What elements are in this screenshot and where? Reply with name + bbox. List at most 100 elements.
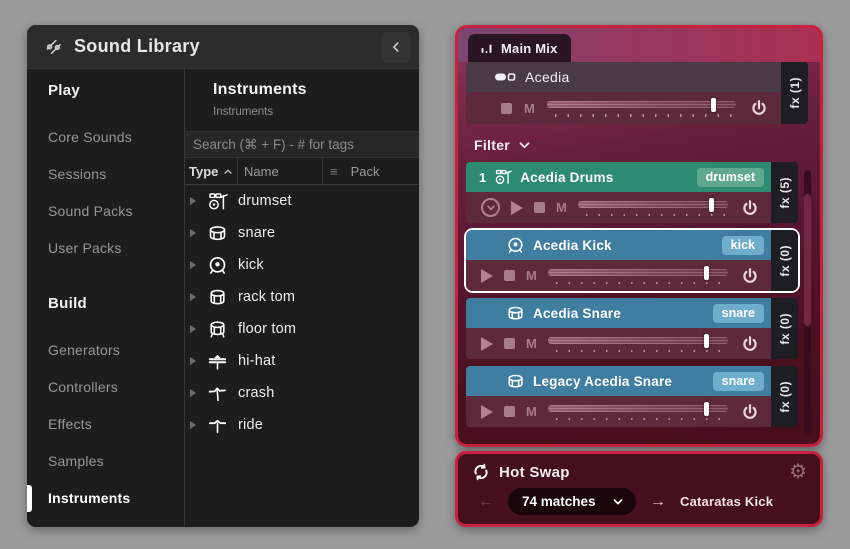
volume-slider[interactable] <box>547 265 730 286</box>
volume-slider[interactable] <box>547 401 730 422</box>
scrollbar-thumb[interactable] <box>804 194 811 326</box>
matches-dropdown[interactable]: 74 matches <box>508 488 636 515</box>
tab-main-mix[interactable]: Main Mix <box>468 34 571 62</box>
track-list: 1 Acedia Drums drumset M fx (5) Acedia K… <box>466 162 798 427</box>
volume-slider[interactable] <box>547 333 730 354</box>
slider-handle[interactable] <box>704 401 710 416</box>
disclosure-triangle-icon[interactable] <box>190 293 196 301</box>
fx-tab[interactable]: fx (5) <box>771 162 798 223</box>
search-input[interactable] <box>185 131 419 158</box>
track-acedia-snare[interactable]: Acedia Snare snare M fx (0) <box>466 298 798 359</box>
table-row-drumset[interactable]: drumset <box>185 185 419 217</box>
sidebar-item-samples[interactable]: Samples <box>27 443 184 480</box>
row-label: kick <box>238 257 264 273</box>
disclosure-triangle-icon[interactable] <box>190 421 196 429</box>
master-track[interactable]: Acedia M <box>466 62 781 124</box>
fx-tab[interactable]: fx (0) <box>771 366 798 427</box>
sort-caret-up-icon <box>223 167 233 176</box>
disclosure-triangle-icon[interactable] <box>190 325 196 333</box>
slider-track <box>546 101 736 108</box>
drumset-icon <box>204 191 230 212</box>
table-row-rack-tom[interactable]: rack tom <box>185 281 419 313</box>
table-row-ride[interactable]: ride <box>185 409 419 441</box>
fx-tab[interactable]: fx (0) <box>771 298 798 359</box>
stop-button[interactable] <box>504 270 515 281</box>
sidebar-item-effects[interactable]: Effects <box>27 406 184 443</box>
disclosure-triangle-icon[interactable] <box>190 261 196 269</box>
sidebar-item-sound-packs[interactable]: Sound Packs <box>27 193 184 230</box>
table-row-kick[interactable]: kick <box>185 249 419 281</box>
sidebar-item-sessions[interactable]: Sessions <box>27 156 184 193</box>
track-header[interactable]: Acedia Kick kick <box>466 230 771 260</box>
slider-handle[interactable] <box>711 98 717 112</box>
slider-handle[interactable] <box>708 197 714 212</box>
hot-swap-refresh-icon[interactable] <box>472 463 490 481</box>
expand-children-button[interactable] <box>481 198 500 217</box>
mute-button[interactable]: M <box>526 336 537 351</box>
previous-match-button[interactable]: ← <box>478 493 494 510</box>
play-button[interactable] <box>511 200 523 215</box>
sidebar-item-core-sounds[interactable]: Core Sounds <box>27 119 184 156</box>
track-header[interactable]: 1 Acedia Drums drumset <box>466 162 771 192</box>
rack-tom-icon <box>204 287 230 308</box>
mute-button[interactable]: M <box>526 404 537 419</box>
volume-slider[interactable] <box>546 98 738 118</box>
filter-toggle[interactable]: Filter <box>474 137 820 153</box>
stop-button[interactable] <box>504 338 515 349</box>
pan-knob[interactable] <box>741 199 759 217</box>
track-acedia-kick[interactable]: Acedia Kick kick M fx (0) <box>466 230 798 291</box>
volume-slider[interactable] <box>577 197 730 218</box>
active-item-indicator <box>27 485 32 512</box>
disclosure-triangle-icon[interactable] <box>190 357 196 365</box>
play-button[interactable] <box>481 404 493 419</box>
stop-button[interactable] <box>504 406 515 417</box>
pan-knob[interactable] <box>750 99 768 117</box>
column-header-name[interactable]: Name <box>237 158 322 184</box>
panel-title: Sound Library <box>74 36 200 56</box>
row-label: drumset <box>238 193 292 209</box>
track-acedia-drums[interactable]: 1 Acedia Drums drumset M fx (5) <box>466 162 798 223</box>
table-row-floor-tom[interactable]: floor tom <box>185 313 419 345</box>
fx-tab[interactable]: fx (0) <box>771 230 798 291</box>
table-row-snare[interactable]: snare <box>185 217 419 249</box>
table-row-hi-hat[interactable]: hi-hat <box>185 345 419 377</box>
next-match-button[interactable]: → <box>650 493 666 510</box>
track-list-scrollbar[interactable] <box>804 170 811 435</box>
track-legacy-acedia-snare[interactable]: Legacy Acedia Snare snare M fx (0) <box>466 366 798 427</box>
fx-tab-master[interactable]: fx (1) <box>781 62 808 124</box>
snare-icon <box>506 304 525 323</box>
stop-button[interactable] <box>501 102 512 114</box>
gear-icon[interactable]: ⚙ <box>789 462 807 482</box>
stop-button[interactable] <box>534 202 545 213</box>
collapse-panel-button[interactable] <box>381 31 411 62</box>
mute-button[interactable]: M <box>524 101 535 116</box>
column-header-pack[interactable]: ≡ Pack <box>322 158 419 184</box>
sidebar-item-instruments[interactable]: Instruments <box>27 480 184 517</box>
column-header-type[interactable]: Type <box>185 158 237 184</box>
row-label: floor tom <box>238 321 297 337</box>
track-header[interactable]: Legacy Acedia Snare snare <box>466 366 771 396</box>
disclosure-triangle-icon[interactable] <box>190 229 196 237</box>
play-button[interactable] <box>481 336 493 351</box>
mute-button[interactable]: M <box>526 268 537 283</box>
track-header[interactable]: Acedia Snare snare <box>466 298 771 328</box>
column-menu-icon[interactable]: ≡ <box>330 164 338 179</box>
crash-icon <box>204 383 230 404</box>
sidebar-item-user-packs[interactable]: User Packs <box>27 230 184 267</box>
table-row-crash[interactable]: crash <box>185 377 419 409</box>
slider-handle[interactable] <box>704 265 710 280</box>
master-track-strip: Acedia M fx (1) <box>466 62 808 124</box>
play-button[interactable] <box>481 268 493 283</box>
sidebar-item-generators[interactable]: Generators <box>27 332 184 369</box>
slider-handle[interactable] <box>704 333 710 348</box>
column-label: Type <box>189 163 219 179</box>
disclosure-triangle-icon[interactable] <box>190 197 196 205</box>
pan-knob[interactable] <box>741 335 759 353</box>
mute-button[interactable]: M <box>556 200 567 215</box>
pan-knob[interactable] <box>741 403 759 421</box>
master-track-header[interactable]: Acedia <box>466 62 781 92</box>
sidebar-item-controllers[interactable]: Controllers <box>27 369 184 406</box>
sidebar-item-label: Instruments <box>48 490 131 506</box>
pan-knob[interactable] <box>741 267 759 285</box>
disclosure-triangle-icon[interactable] <box>190 389 196 397</box>
